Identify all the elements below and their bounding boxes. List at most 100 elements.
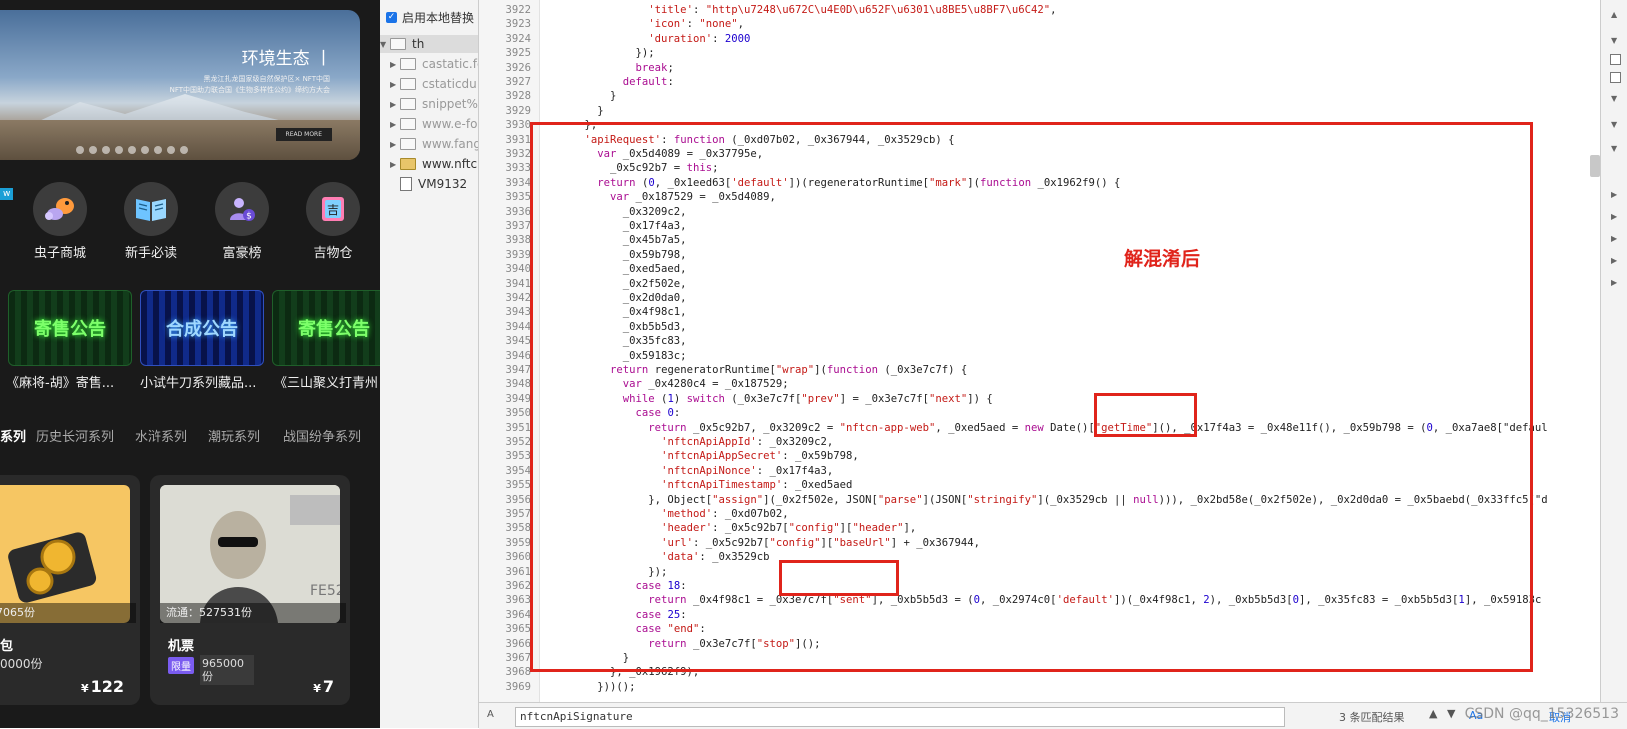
- limited-badge: 限量: [168, 657, 194, 674]
- tree-item[interactable]: ▶ cstaticdu: [390, 75, 477, 93]
- product-card[interactable]: FE523 流通：527531份 机票 限量 965000份 ¥7: [150, 475, 350, 705]
- carousel-dots[interactable]: [76, 146, 188, 154]
- chevron-down-icon[interactable]: ▼: [1611, 94, 1619, 103]
- chevron-down-icon[interactable]: ▼: [1611, 120, 1619, 129]
- tab-history[interactable]: 历史长河系列: [36, 426, 114, 445]
- notice-title[interactable]: 《麻将-胡》寄售...: [6, 372, 114, 391]
- line-number: 3962: [505, 580, 531, 592]
- line-number: 3957: [505, 508, 531, 520]
- search-nav: ▲ ▼: [1429, 707, 1455, 720]
- product-name: 包: [0, 639, 14, 654]
- line-number: 3922: [505, 4, 531, 16]
- enable-local-overrides[interactable]: ✓ 启用本地替换: [386, 8, 474, 26]
- nav-rich-list[interactable]: $ 富豪榜: [202, 182, 282, 261]
- folder-icon: [400, 78, 416, 90]
- line-number: 3949: [505, 392, 531, 405]
- banner-read-more-button[interactable]: READ MORE: [275, 128, 332, 141]
- line-number: 3963: [505, 594, 531, 607]
- notice-card[interactable]: 合成公告: [140, 290, 264, 366]
- tree-item[interactable]: VM9132: [400, 175, 467, 193]
- notice-title[interactable]: 小试牛刀系列藏品...: [140, 372, 256, 391]
- code-line[interactable]: 3929 }: [479, 104, 1589, 118]
- nav-bug-mall[interactable]: 虫子商城: [20, 182, 100, 261]
- editor-scrollbar-thumb[interactable]: [1590, 155, 1600, 177]
- tab-trendy[interactable]: 潮玩系列: [208, 426, 260, 445]
- chevron-down-icon[interactable]: ▼: [1611, 36, 1619, 45]
- code-editor[interactable]: 3922 'title': "http\u7248\u672C\u4E0D\u6…: [479, 0, 1599, 702]
- warehouse-icon: 吉: [306, 182, 360, 236]
- line-number: 3958: [505, 522, 531, 535]
- right-side-panel: ▲ ▼ ▼ ▼ ▼ ▶ ▶ ▶ ▶ ▶: [1600, 0, 1627, 702]
- chevron-right-icon[interactable]: ▶: [1611, 278, 1619, 287]
- hero-banner[interactable]: 环境生态 丨 黑龙江扎龙国家级自然保护区× NFT中国 NFT中国助力联合国《生…: [0, 10, 360, 160]
- svg-text:$: $: [246, 212, 252, 222]
- chevron-right-icon[interactable]: ▶: [1611, 256, 1619, 265]
- nav-beginner-guide[interactable]: 新手必读: [111, 182, 191, 261]
- chevron-up-icon[interactable]: ▲: [1611, 10, 1619, 19]
- search-input[interactable]: nftcnApiSignature: [515, 707, 1285, 727]
- line-number: 3950: [505, 407, 531, 420]
- checkbox-checked-icon[interactable]: ✓: [386, 11, 397, 23]
- chevron-up-icon[interactable]: ▲: [1429, 707, 1437, 720]
- notice-image-text: 寄售公告: [34, 319, 106, 340]
- checkbox[interactable]: [1610, 54, 1621, 65]
- chevron-down-icon[interactable]: ▼: [1447, 707, 1455, 720]
- code-line[interactable]: 3969 }))();: [479, 680, 1589, 694]
- nav-label: 富豪榜: [222, 246, 262, 261]
- line-number: 3939: [505, 248, 531, 261]
- code-line[interactable]: 3927 default:: [479, 75, 1589, 89]
- bug-icon: [33, 182, 87, 236]
- mobile-app-panel: 环境生态 丨 黑龙江扎龙国家级自然保护区× NFT中国 NFT中国助力联合国《生…: [0, 0, 380, 728]
- line-number: 3937: [505, 220, 531, 232]
- tree-item[interactable]: ▶ snippet%: [390, 95, 478, 113]
- code-text: }))();: [559, 680, 636, 693]
- notice-title[interactable]: 《三山聚义打青州: [274, 372, 378, 391]
- chevron-right-icon: ▶: [390, 99, 397, 109]
- chevron-right-icon[interactable]: ▶: [1611, 234, 1619, 243]
- line-number: 3966: [505, 637, 531, 650]
- code-line[interactable]: 3928 }: [479, 89, 1589, 103]
- line-number: 3952: [505, 436, 531, 448]
- chevron-down-icon[interactable]: ▼: [1611, 144, 1619, 153]
- tab-warring-states[interactable]: 战国纷争系列: [283, 426, 361, 445]
- line-number: 3960: [505, 551, 531, 564]
- highlight-box-gettime: [1094, 393, 1197, 437]
- code-line[interactable]: 3923 'icon': "none",: [479, 17, 1589, 31]
- nav-warehouse[interactable]: 吉 吉物仓: [293, 182, 373, 261]
- line-number: 3967: [505, 652, 531, 664]
- line-number: 3942: [505, 292, 531, 304]
- tree-item-label: snippet%: [422, 97, 478, 111]
- tree-item-label: www.fang: [422, 137, 479, 151]
- tab-shuihu[interactable]: 水浒系列: [135, 426, 187, 445]
- tree-item-label: www.nftc: [422, 157, 478, 171]
- line-number: 3941: [505, 277, 531, 290]
- code-line[interactable]: 3924 'duration': 2000: [479, 32, 1589, 46]
- line-number: 3935: [505, 191, 531, 204]
- tree-item[interactable]: ▶ castatic.fe: [390, 55, 478, 73]
- code-line[interactable]: 3925 });: [479, 46, 1589, 60]
- product-card[interactable]: 流通：17065份 包 0000份 ¥122: [0, 475, 140, 705]
- line-number: 3944: [505, 320, 531, 333]
- code-line[interactable]: 3926 break;: [479, 61, 1589, 75]
- chevron-right-icon[interactable]: ▶: [1611, 212, 1619, 221]
- line-number: 3947: [505, 364, 531, 376]
- chevron-right-icon[interactable]: ▶: [1611, 190, 1619, 199]
- highlight-box-apirequest: [530, 122, 1533, 672]
- tree-item[interactable]: ▶ www.e-fo: [390, 115, 477, 133]
- line-number: 3948: [505, 378, 531, 391]
- line-number: 3938: [505, 234, 531, 247]
- code-line[interactable]: 3922 'title': "http\u7248\u672C\u4E0D\u6…: [479, 3, 1589, 17]
- tree-root-folder[interactable]: ▼ th: [380, 35, 478, 53]
- product-price: ¥122: [80, 677, 124, 696]
- checkbox[interactable]: [1610, 72, 1621, 83]
- svg-text:吉: 吉: [327, 203, 339, 217]
- notice-card[interactable]: 寄售公告: [8, 290, 132, 366]
- tab-series[interactable]: 系列: [0, 426, 26, 445]
- tree-item[interactable]: ▶ www.nftc: [390, 155, 477, 173]
- notice-card[interactable]: 寄售公告: [272, 290, 380, 366]
- tree-item[interactable]: ▶ www.fang: [390, 135, 479, 153]
- code-text: default:: [622, 76, 674, 88]
- chevron-right-icon: ▶: [390, 79, 397, 89]
- svg-text:FE523: FE523: [310, 583, 340, 599]
- line-number: 3934: [505, 176, 531, 189]
